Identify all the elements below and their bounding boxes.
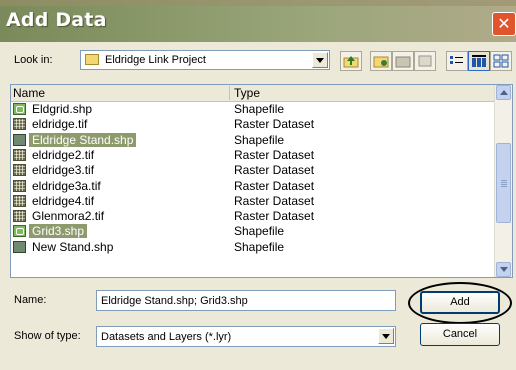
file-name: eldridge.tif xyxy=(32,117,88,132)
shapefile-icon xyxy=(13,103,26,115)
file-type: Shapefile xyxy=(234,239,285,254)
thumbnails-view-button[interactable] xyxy=(490,51,512,71)
raster-icon xyxy=(13,179,26,192)
folder-icon xyxy=(85,54,99,65)
raster-icon xyxy=(13,194,26,207)
list-item[interactable]: Grid3.shp Shapefile xyxy=(11,224,494,239)
disconnect-button[interactable] xyxy=(392,51,414,71)
details-view-button[interactable] xyxy=(468,51,490,71)
shapefile-icon xyxy=(13,133,26,146)
show-type-value: Datasets and Layers (*.lyr) xyxy=(101,331,232,343)
column-header-name[interactable]: Name xyxy=(13,86,45,100)
raster-icon xyxy=(13,210,26,223)
look-in-dropdown[interactable]: Eldridge Link Project xyxy=(80,50,330,70)
raster-icon xyxy=(13,148,26,161)
shapefile-icon xyxy=(13,225,26,238)
scroll-thumb[interactable] xyxy=(496,143,511,223)
add-to-catalog-button[interactable] xyxy=(370,51,392,71)
file-name: Grid3.shp xyxy=(29,224,88,239)
delete-button[interactable] xyxy=(414,51,436,71)
look-in-label: Look in: xyxy=(14,54,53,66)
file-type: Raster Dataset xyxy=(234,147,315,162)
list-item[interactable]: eldridge4.tif Raster Dataset xyxy=(11,194,494,209)
list-item[interactable]: eldridge3a.tif Raster Dataset xyxy=(11,179,494,194)
name-label: Name: xyxy=(14,294,47,306)
window-title: Add Data xyxy=(6,9,107,31)
details-view-icon xyxy=(472,55,486,67)
look-in-value: Eldridge Link Project xyxy=(105,54,206,66)
raster-icon xyxy=(13,164,26,177)
file-name: Eldgrid.shp xyxy=(32,102,93,116)
list-item[interactable]: New Stand.shp Shapefile xyxy=(11,240,494,255)
list-item[interactable]: eldridge.tif Raster Dataset xyxy=(11,117,494,132)
up-one-level-icon xyxy=(343,56,359,68)
list-view-button[interactable] xyxy=(446,51,468,71)
show-type-label: Show of type: xyxy=(14,330,81,342)
scroll-down-icon[interactable] xyxy=(496,262,511,277)
file-list[interactable]: Name Type Eldgrid.shp Shapefile eldridge.t… xyxy=(10,84,513,278)
raster-icon xyxy=(13,118,26,131)
list-item[interactable]: Eldridge Stand.shp Shapefile xyxy=(11,132,494,148)
cancel-button[interactable]: Cancel xyxy=(420,323,500,346)
file-name: eldridge2.tif xyxy=(32,147,95,162)
list-item[interactable]: Glenmora2.tif Raster Dataset xyxy=(11,209,494,224)
list-item[interactable]: Eldgrid.shp Shapefile xyxy=(11,102,494,117)
shapefile-icon xyxy=(13,240,26,253)
scroll-up-icon[interactable] xyxy=(496,85,511,100)
file-type: Shapefile xyxy=(234,224,285,239)
column-header-type[interactable]: Type xyxy=(234,86,260,100)
list-item[interactable]: eldridge2.tif Raster Dataset xyxy=(11,148,494,163)
vertical-scrollbar[interactable] xyxy=(494,85,512,277)
list-header: Name Type xyxy=(11,85,494,102)
name-field[interactable]: Eldridge Stand.shp; Grid3.shp xyxy=(96,290,396,311)
file-name: Glenmora2.tif xyxy=(32,209,105,224)
disconnect-icon xyxy=(395,56,411,68)
file-type: Raster Dataset xyxy=(234,193,315,208)
file-type: Raster Dataset xyxy=(234,178,315,193)
file-name: eldridge4.tif xyxy=(32,193,95,208)
column-divider[interactable] xyxy=(229,86,230,100)
name-value: Eldridge Stand.shp; Grid3.shp xyxy=(101,295,248,307)
file-name: New Stand.shp xyxy=(32,239,114,254)
file-type: Raster Dataset xyxy=(234,117,315,132)
delete-icon xyxy=(418,55,432,67)
list-item[interactable]: eldridge3.tif Raster Dataset xyxy=(11,163,494,178)
list-view-icon xyxy=(450,56,463,64)
file-type: Raster Dataset xyxy=(234,209,315,224)
file-name: Eldridge Stand.shp xyxy=(29,132,137,147)
file-type: Shapefile xyxy=(234,132,285,147)
thumbnails-view-icon xyxy=(493,54,509,68)
file-name: eldridge3.tif xyxy=(32,163,95,178)
close-icon[interactable]: ✕ xyxy=(492,12,516,36)
add-to-catalog-icon xyxy=(373,56,389,68)
file-type: Raster Dataset xyxy=(234,163,315,178)
title-bar: Add Data ✕ xyxy=(0,0,516,42)
show-type-dropdown[interactable]: Datasets and Layers (*.lyr) xyxy=(96,326,396,347)
file-name: eldridge3a.tif xyxy=(32,178,101,193)
highlight-ellipse xyxy=(408,282,512,324)
file-type: Shapefile xyxy=(234,102,285,116)
chevron-down-icon[interactable] xyxy=(378,328,394,344)
up-one-level-button[interactable] xyxy=(340,51,362,71)
chevron-down-icon[interactable] xyxy=(312,52,328,68)
